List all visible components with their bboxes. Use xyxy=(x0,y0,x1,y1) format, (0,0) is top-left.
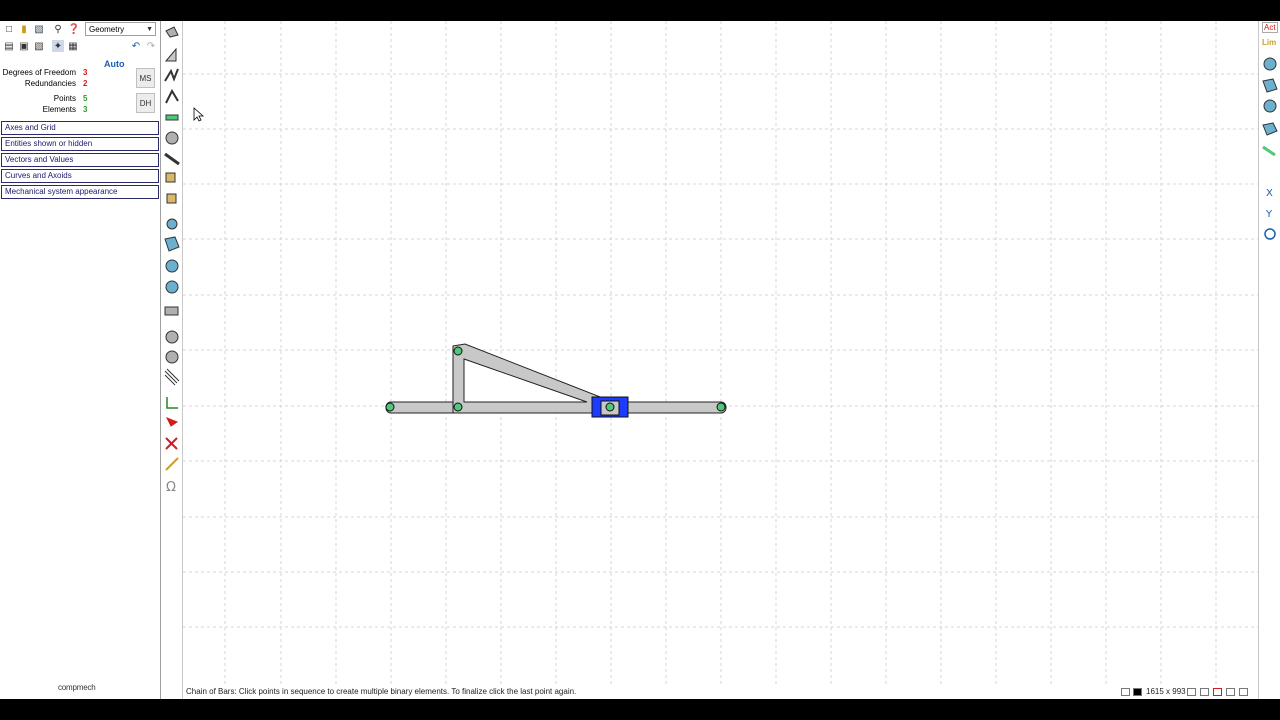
linear-tool-icon[interactable] xyxy=(1262,78,1278,93)
menu-vectors-values[interactable]: Vectors and Values xyxy=(1,153,159,167)
right-tool-icons: X Y xyxy=(1262,57,1278,240)
gear-tool-icon[interactable] xyxy=(165,131,179,145)
y-axis-label[interactable]: Y xyxy=(1265,209,1273,220)
arc-tool-icon[interactable] xyxy=(165,88,179,104)
joint-tool-icon[interactable] xyxy=(166,218,178,230)
bg-color-icon[interactable] xyxy=(1121,688,1130,696)
lim-button[interactable]: Lim xyxy=(1262,38,1276,47)
dh-button[interactable]: DH xyxy=(136,93,155,113)
hatch-tool-icon[interactable] xyxy=(164,368,180,386)
menu-mechanical-appearance[interactable]: Mechanical system appearance xyxy=(1,185,159,199)
triangle-tool-icon[interactable] xyxy=(164,47,177,62)
stat-dof-value: 3 xyxy=(83,68,88,77)
fg-color-icon[interactable] xyxy=(1133,688,1142,696)
stat-points-value: 5 xyxy=(83,94,88,103)
print-icon[interactable] xyxy=(1226,688,1235,696)
tool-icons: Ω xyxy=(164,26,180,495)
save-icon[interactable]: ▧ xyxy=(33,23,45,35)
grid-icon[interactable]: ▦ xyxy=(67,40,79,52)
cycle-icon[interactable]: ▣ xyxy=(18,40,30,52)
tool-column-left: Ω xyxy=(161,21,183,699)
slider-tool-icon[interactable] xyxy=(165,114,179,121)
view-icon[interactable]: ✦ xyxy=(52,40,64,52)
ms-button[interactable]: MS xyxy=(136,68,155,88)
rotate-z-icon[interactable] xyxy=(1264,228,1276,240)
delete-tool-icon[interactable] xyxy=(165,437,178,450)
spring-tool-icon[interactable] xyxy=(164,306,179,316)
canvas-dimensions: 1615 x 993 xyxy=(1146,687,1186,696)
wheel-tool-icon[interactable] xyxy=(165,330,179,344)
auto-label[interactable]: Auto xyxy=(104,59,125,69)
settings-icon[interactable] xyxy=(1239,688,1248,696)
zoom-icon[interactable]: ⚲ xyxy=(52,23,64,35)
bar-tool-icon[interactable] xyxy=(165,26,179,38)
joint-point[interactable] xyxy=(716,402,726,412)
undo-icon[interactable]: ↶ xyxy=(130,40,142,52)
stat-redundancies-label: Redundancies xyxy=(24,79,76,88)
link2-tool-icon[interactable] xyxy=(1262,145,1276,157)
stat-dof-label: Degrees of Freedom xyxy=(2,68,76,77)
triangle-hole xyxy=(463,358,588,403)
grid xyxy=(183,21,1258,686)
gear2-tool-icon[interactable] xyxy=(165,350,179,364)
svg-text:Ω: Ω xyxy=(166,480,176,495)
logo-text: compmech xyxy=(58,683,96,692)
axes-tool-icon[interactable] xyxy=(166,397,178,409)
export-icon[interactable]: ▤ xyxy=(3,40,15,52)
act-button[interactable]: Act xyxy=(1262,22,1278,33)
redo-icon[interactable]: ↷ xyxy=(145,40,157,52)
joint-point[interactable] xyxy=(453,346,463,356)
second-toolbar: ▤ ▣ ▧ ✦ ▦ Auto ↶ ↷ xyxy=(0,39,160,69)
joint-point[interactable] xyxy=(385,402,395,412)
stat-elements-value: 3 xyxy=(83,105,88,114)
joint-point[interactable] xyxy=(605,402,615,412)
joint-point[interactable] xyxy=(453,402,463,412)
mechanism[interactable] xyxy=(385,343,727,418)
status-message: Chain of Bars: Click points in sequence … xyxy=(186,687,577,696)
cam2-tool-icon[interactable] xyxy=(165,280,179,294)
stat-elements-label: Elements xyxy=(42,105,76,114)
mode-select[interactable]: Geometry ▼ xyxy=(85,22,156,36)
prism-tool-icon[interactable] xyxy=(164,236,180,252)
omega-tool-icon[interactable]: Ω xyxy=(166,480,176,495)
chevron-down-icon: ▼ xyxy=(146,26,153,33)
help-icon[interactable]: ❓ xyxy=(68,23,80,35)
open-folder-icon[interactable]: ▮ xyxy=(18,23,30,35)
angle-tool-icon[interactable] xyxy=(1263,57,1277,71)
mode-select-value: Geometry xyxy=(89,25,125,34)
stat-points-label: Points xyxy=(53,94,76,103)
mouse-cursor-icon xyxy=(193,107,205,122)
stat-redundancies-value: 2 xyxy=(83,79,88,88)
chain-tool-icon[interactable] xyxy=(164,68,179,82)
link-tool-icon[interactable] xyxy=(164,152,180,166)
compmech-logo: compmech xyxy=(58,683,96,692)
new-file-icon[interactable]: □ xyxy=(3,23,15,35)
x-axis-label[interactable]: X xyxy=(1266,188,1273,199)
menu-axes-grid[interactable]: Axes and Grid xyxy=(1,121,159,135)
menu-curves-axoids[interactable]: Curves and Axoids xyxy=(1,169,159,183)
record-icon[interactable] xyxy=(1213,688,1222,696)
save-image-icon[interactable] xyxy=(1200,688,1209,696)
pencil-tool-icon[interactable] xyxy=(165,457,179,471)
block2-tool-icon[interactable] xyxy=(166,193,177,204)
menu-entities[interactable]: Entities shown or hidden xyxy=(1,137,159,151)
left-panel: □ ▮ ▧ ⚲ ❓ Geometry ▼ ▤ ▣ ▧ ✦ ▦ Auto ↶ ↷ D… xyxy=(0,21,161,699)
save-as-icon[interactable]: ▧ xyxy=(33,40,45,52)
cam3-tool-icon[interactable] xyxy=(1263,99,1277,113)
export-image-icon[interactable] xyxy=(1187,688,1196,696)
point-tool-icon[interactable] xyxy=(165,417,179,427)
app-window: □ ▮ ▧ ⚲ ❓ Geometry ▼ ▤ ▣ ▧ ✦ ▦ Auto ↶ ↷ D… xyxy=(0,21,1280,699)
status-bar: Chain of Bars: Click points in sequence … xyxy=(183,686,1258,699)
drawing-canvas[interactable] xyxy=(183,21,1258,686)
top-toolbar: □ ▮ ▧ ⚲ ❓ Geometry ▼ xyxy=(0,21,160,38)
mechanism-svg[interactable] xyxy=(183,21,1258,686)
prism2-tool-icon[interactable] xyxy=(1262,122,1278,136)
cam-tool-icon[interactable] xyxy=(165,259,179,273)
block-tool-icon[interactable] xyxy=(165,172,176,183)
tool-column-right: Act Lim X Y xyxy=(1258,21,1280,699)
